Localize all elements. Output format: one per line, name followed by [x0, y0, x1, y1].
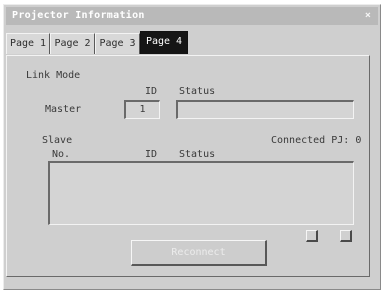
slave-list[interactable] [48, 161, 354, 225]
reconnect-button[interactable]: Reconnect [131, 240, 267, 266]
master-id-field: 1 [124, 100, 160, 119]
slave-status-header: Status [179, 149, 216, 160]
tab-page-3[interactable]: Page 3 [95, 33, 140, 54]
master-label: Master [45, 104, 82, 115]
master-status-header: Status [179, 86, 216, 97]
slave-heading: Slave [42, 135, 73, 146]
title-bar: Projector Information × [6, 7, 378, 25]
master-status-field [176, 100, 354, 119]
connected-pj-label: Connected PJ: 0 [271, 135, 362, 146]
link-mode-heading: Link Mode [26, 70, 81, 81]
connected-pj-count: 0 [355, 135, 362, 146]
close-icon[interactable]: × [360, 7, 376, 25]
master-id-header: ID [145, 86, 158, 97]
tab-page-4[interactable]: Page 4 [140, 31, 188, 54]
window-title: Projector Information [12, 10, 145, 21]
scroll-left-icon[interactable] [306, 230, 318, 242]
slave-no-header: No. [52, 149, 71, 160]
tab-page-1[interactable]: Page 1 [6, 33, 50, 54]
tab-page-2[interactable]: Page 2 [50, 33, 95, 54]
slave-id-header: ID [145, 149, 158, 160]
scroll-right-icon[interactable] [340, 230, 352, 242]
